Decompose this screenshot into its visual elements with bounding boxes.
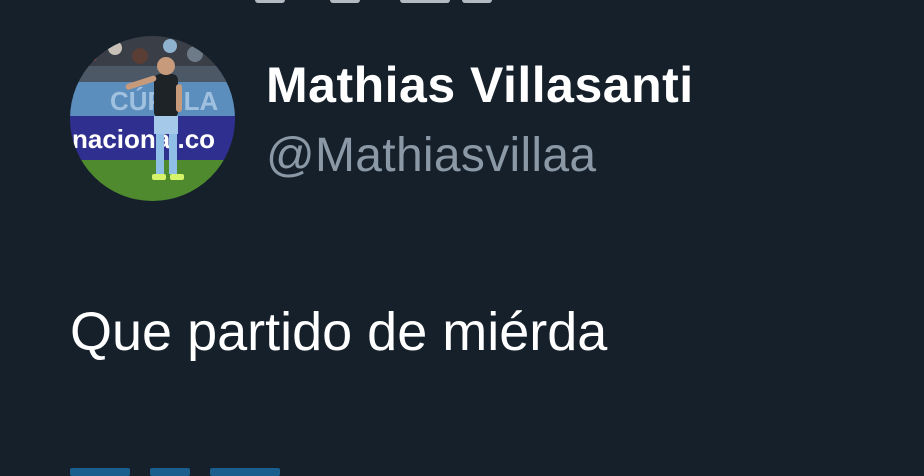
display-name[interactable]: Mathias Villasanti	[266, 56, 694, 114]
avatar[interactable]: CÚPULA nacional.co	[70, 36, 235, 201]
next-content-cutoff	[70, 468, 370, 476]
previous-content-cutoff	[0, 0, 924, 4]
avatar-photo: CÚPULA nacional.co	[70, 36, 235, 201]
user-names: Mathias Villasanti @Mathiasvillaa	[266, 56, 694, 184]
tweet-text: Que partido de miérda	[70, 302, 608, 362]
tweet-header: CÚPULA nacional.co Mathias Villasanti @M…	[70, 36, 870, 206]
svg-text:nacional.co: nacional.co	[72, 124, 215, 154]
user-handle[interactable]: @Mathiasvillaa	[266, 128, 694, 184]
